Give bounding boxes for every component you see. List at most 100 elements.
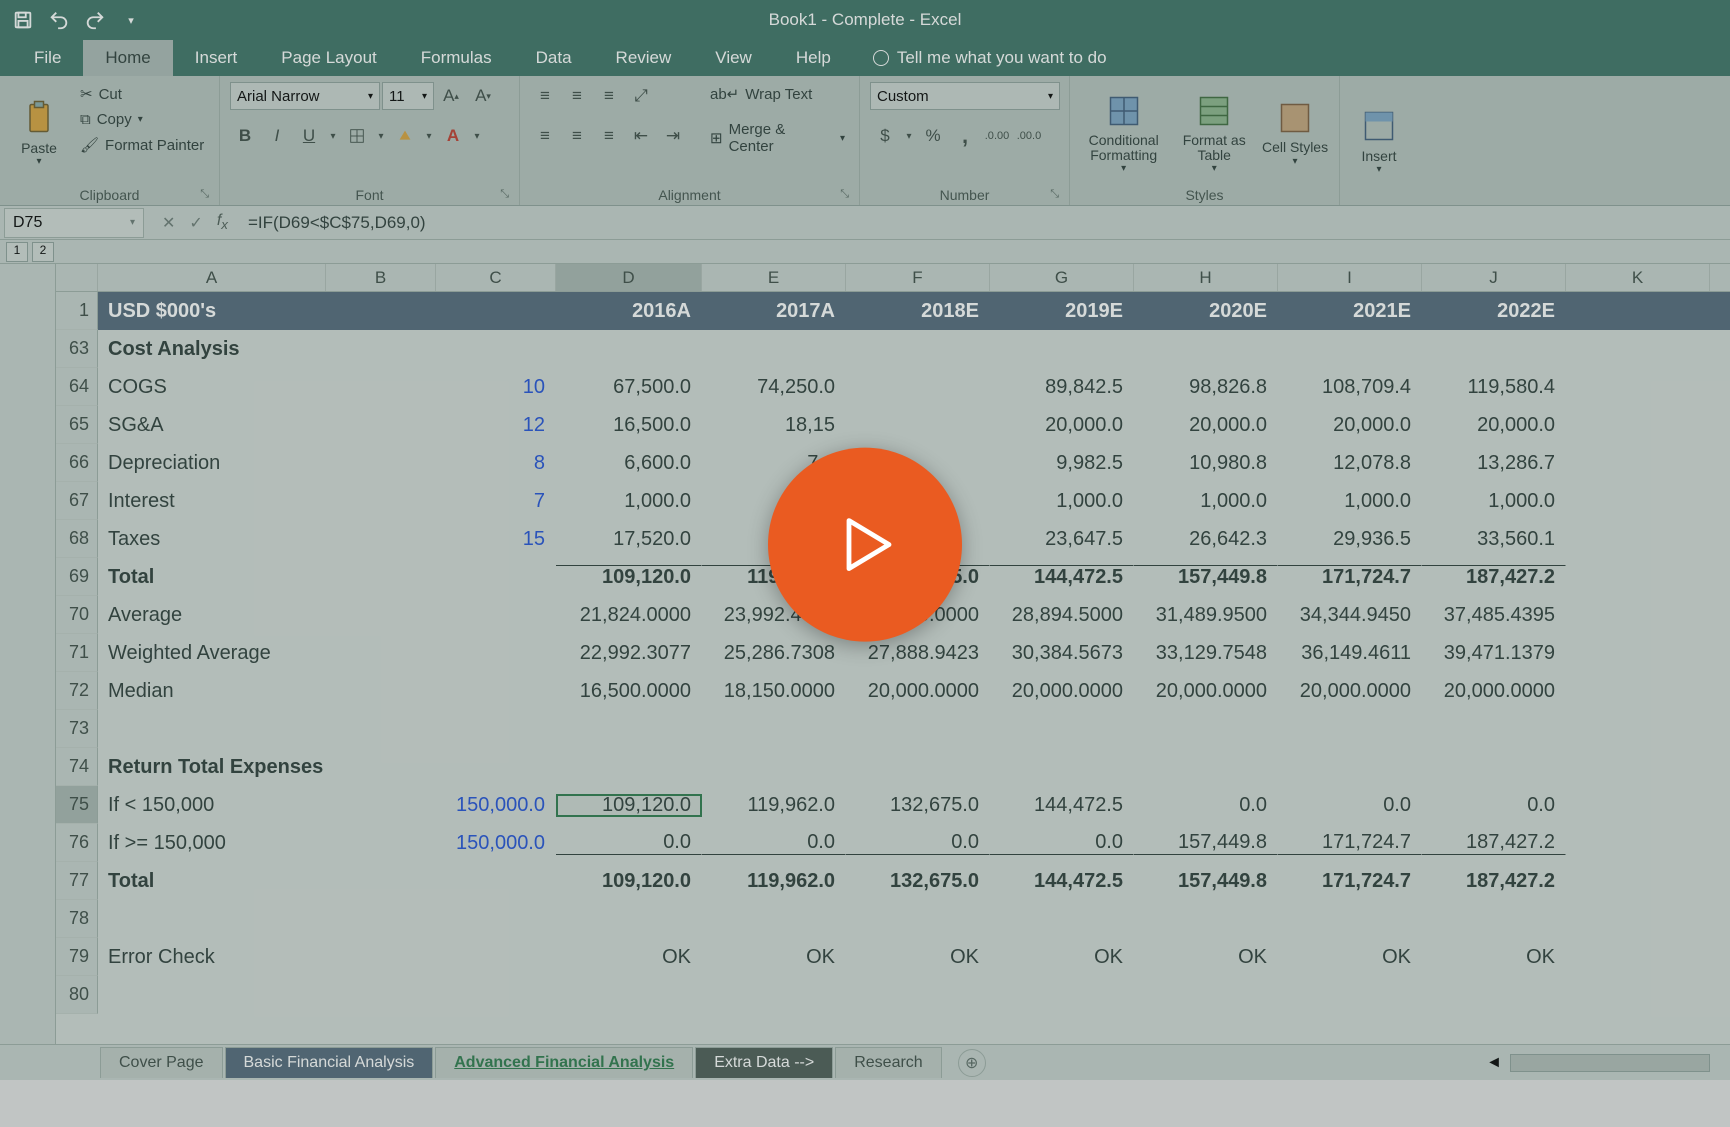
- col-header-K[interactable]: K: [1566, 264, 1710, 291]
- outline-column[interactable]: [0, 264, 56, 1044]
- row-header[interactable]: 78: [56, 900, 98, 938]
- cell[interactable]: Weighted Average: [98, 642, 326, 665]
- cell[interactable]: 12: [436, 414, 556, 437]
- cell[interactable]: If >= 150,000: [98, 832, 326, 855]
- cell-A1[interactable]: USD $000's: [98, 300, 326, 323]
- tab-home[interactable]: Home: [83, 40, 172, 76]
- cell[interactable]: 23,647.5: [990, 528, 1134, 551]
- cell[interactable]: 157,449.8: [1134, 565, 1278, 589]
- tab-formulas[interactable]: Formulas: [399, 40, 514, 76]
- row-header[interactable]: 74: [56, 748, 98, 786]
- play-button[interactable]: [768, 447, 962, 641]
- font-size-combo[interactable]: 11▾: [382, 82, 434, 110]
- cell[interactable]: 132,675.0: [846, 870, 990, 893]
- cell[interactable]: 17,520.0: [556, 528, 702, 551]
- dialog-launcher-icon[interactable]: ⤡: [500, 188, 509, 201]
- cell[interactable]: 34,344.9450: [1278, 604, 1422, 627]
- cell[interactable]: 20,000.0: [1422, 414, 1566, 437]
- cell[interactable]: 33,129.7548: [1134, 642, 1278, 665]
- cell[interactable]: 0.0: [702, 831, 846, 855]
- cell[interactable]: 20,000.0000: [1278, 680, 1422, 703]
- cell[interactable]: 144,472.5: [990, 794, 1134, 817]
- cell[interactable]: Taxes: [98, 528, 326, 551]
- dialog-launcher-icon[interactable]: ⤡: [1050, 188, 1059, 201]
- row-header[interactable]: 76: [56, 824, 98, 862]
- name-box[interactable]: D75▾: [4, 208, 144, 238]
- tab-review[interactable]: Review: [594, 40, 694, 76]
- redo-icon[interactable]: [84, 9, 106, 31]
- cell[interactable]: 31,489.9500: [1134, 604, 1278, 627]
- align-right-icon[interactable]: ≡: [594, 122, 624, 150]
- font-color-dropdown-icon[interactable]: ▾: [470, 122, 484, 150]
- cell[interactable]: 10: [436, 376, 556, 399]
- row-header[interactable]: 72: [56, 672, 98, 710]
- cell[interactable]: 187,427.2: [1422, 870, 1566, 893]
- cell[interactable]: 20,000.0000: [846, 680, 990, 703]
- cell[interactable]: 30,384.5673: [990, 642, 1134, 665]
- cell-styles-button[interactable]: Cell Styles▾: [1261, 82, 1329, 185]
- cell[interactable]: 12,078.8: [1278, 452, 1422, 475]
- cell[interactable]: OK: [990, 946, 1134, 969]
- decrease-decimal-icon[interactable]: .00.0: [1014, 122, 1044, 150]
- cell[interactable]: SG&A: [98, 414, 326, 437]
- col-header-B[interactable]: B: [326, 264, 436, 291]
- cell[interactable]: 109,120.0: [556, 870, 702, 893]
- font-name-combo[interactable]: Arial Narrow▾: [230, 82, 380, 110]
- cell[interactable]: 0.0: [1278, 794, 1422, 817]
- align-bottom-icon[interactable]: ≡: [594, 82, 624, 110]
- font-color-button[interactable]: A: [438, 122, 468, 150]
- row-header[interactable]: 71: [56, 634, 98, 672]
- cell[interactable]: Depreciation: [98, 452, 326, 475]
- cell[interactable]: Total: [98, 870, 326, 893]
- cell[interactable]: 26,642.3: [1134, 528, 1278, 551]
- row-header[interactable]: 63: [56, 330, 98, 368]
- row-header[interactable]: 65: [56, 406, 98, 444]
- borders-button[interactable]: [342, 122, 372, 150]
- col-header-H[interactable]: H: [1134, 264, 1278, 291]
- outline-level-1[interactable]: 1: [6, 242, 28, 262]
- align-top-icon[interactable]: ≡: [530, 82, 560, 110]
- align-center-icon[interactable]: ≡: [562, 122, 592, 150]
- format-painter-button[interactable]: 🖌Format Painter: [76, 133, 208, 157]
- cell[interactable]: 18,15: [702, 414, 846, 437]
- cell[interactable]: 7: [436, 490, 556, 513]
- cell[interactable]: Average: [98, 604, 326, 627]
- cell[interactable]: 20,000.0: [1278, 414, 1422, 437]
- cell[interactable]: 144,472.5: [990, 870, 1134, 893]
- copy-button[interactable]: ⧉Copy ▾: [76, 108, 208, 131]
- increase-font-icon[interactable]: A▴: [436, 82, 466, 110]
- cell[interactable]: 20,000.0000: [990, 680, 1134, 703]
- cell[interactable]: 6,600.0: [556, 452, 702, 475]
- tab-file[interactable]: File: [12, 40, 83, 76]
- qat-dropdown-icon[interactable]: ▾: [120, 9, 142, 31]
- cell[interactable]: 16,500.0: [556, 414, 702, 437]
- row-header[interactable]: 79: [56, 938, 98, 976]
- wrap-text-button[interactable]: ab↵Wrap Text: [706, 82, 849, 106]
- cell-D1[interactable]: 2016A: [556, 300, 702, 323]
- row-header-1[interactable]: 1: [56, 292, 98, 330]
- cell[interactable]: OK: [702, 946, 846, 969]
- new-sheet-button[interactable]: ⊕: [958, 1049, 986, 1077]
- cell[interactable]: 0.0: [556, 831, 702, 855]
- cell[interactable]: 27,888.9423: [846, 642, 990, 665]
- cell-I1[interactable]: 2021E: [1278, 300, 1422, 323]
- cell[interactable]: 8: [436, 452, 556, 475]
- row-header[interactable]: 75: [56, 786, 98, 824]
- undo-icon[interactable]: [48, 9, 70, 31]
- cell[interactable]: 22,992.3077: [556, 642, 702, 665]
- col-header-E[interactable]: E: [702, 264, 846, 291]
- cell[interactable]: 67,500.0: [556, 376, 702, 399]
- fill-color-button[interactable]: [390, 122, 420, 150]
- bold-button[interactable]: B: [230, 122, 260, 150]
- increase-indent-icon[interactable]: ⇥: [658, 122, 688, 150]
- tab-page-layout[interactable]: Page Layout: [259, 40, 398, 76]
- cell[interactable]: OK: [1278, 946, 1422, 969]
- cell[interactable]: 15: [436, 528, 556, 551]
- fill-dropdown-icon[interactable]: ▾: [422, 122, 436, 150]
- dialog-launcher-icon[interactable]: ⤡: [200, 188, 209, 201]
- cell[interactable]: Return Total Expenses: [98, 756, 326, 779]
- borders-dropdown-icon[interactable]: ▾: [374, 122, 388, 150]
- col-header-F[interactable]: F: [846, 264, 990, 291]
- cell[interactable]: 20,000.0: [1134, 414, 1278, 437]
- cell[interactable]: 132,675.0: [846, 794, 990, 817]
